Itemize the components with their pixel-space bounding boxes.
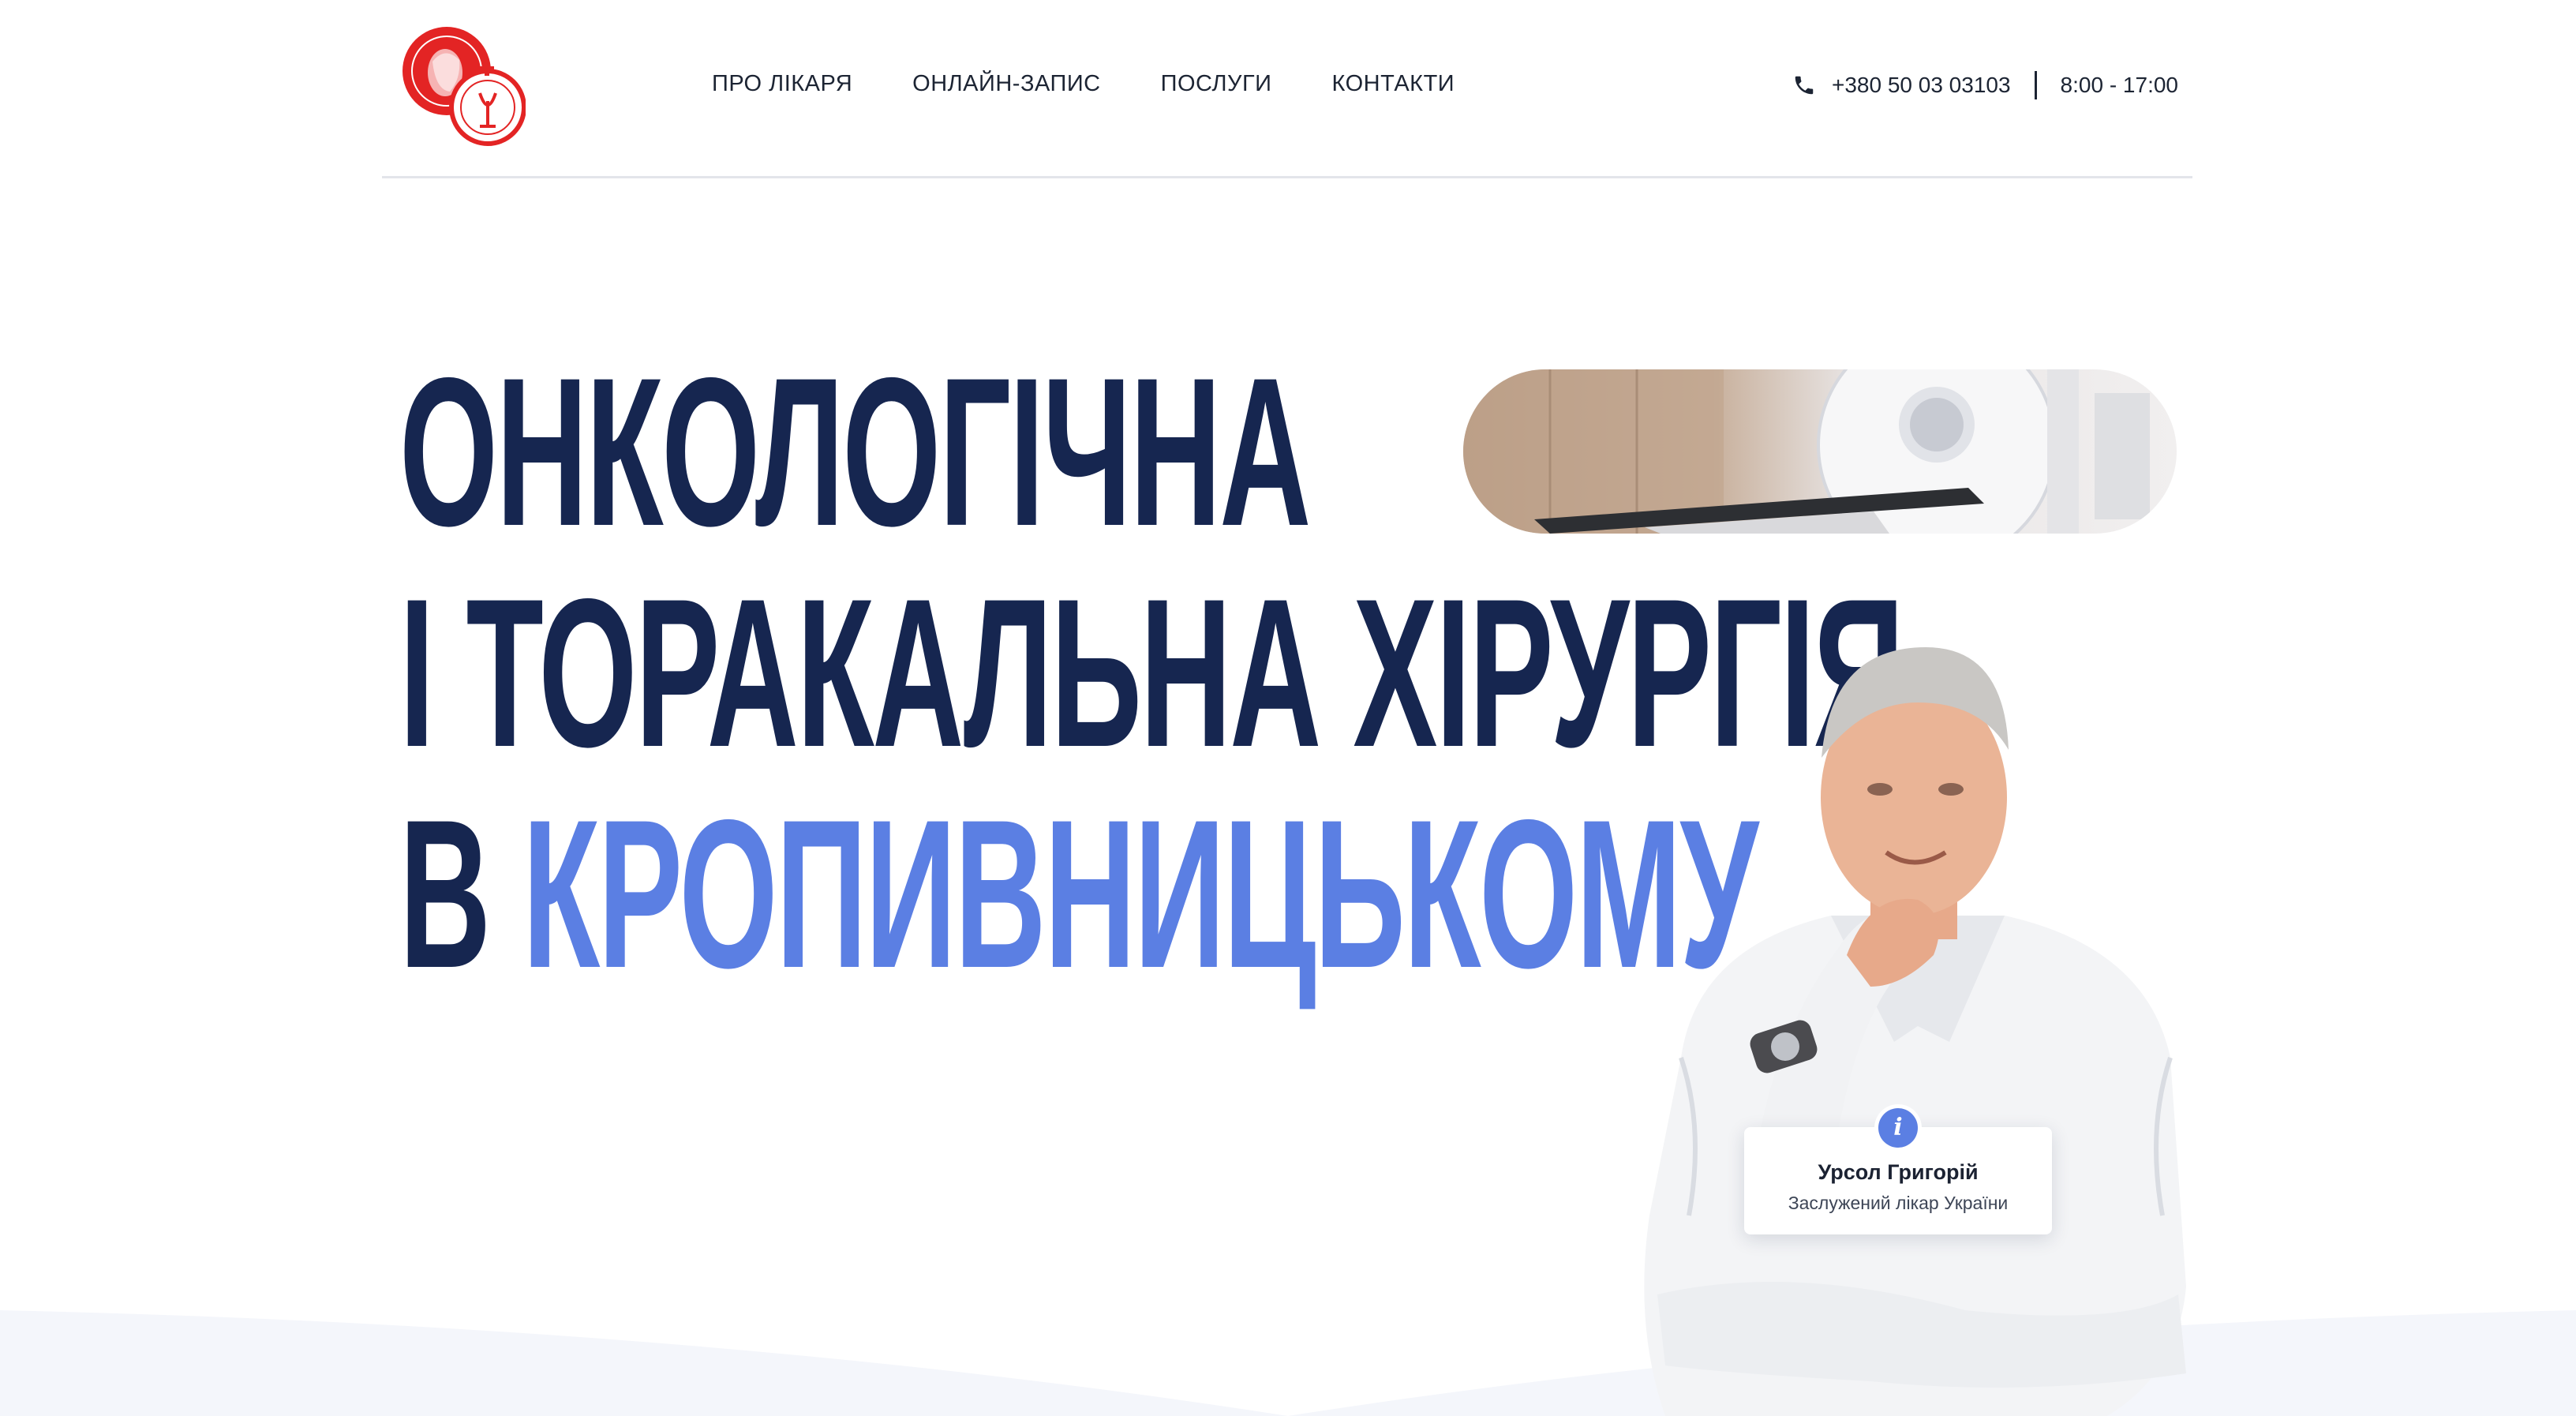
nav-item-contacts[interactable]: КОНТАКТИ <box>1332 71 1455 97</box>
site-header: ПРО ЛІКАРЯ ОНЛАЙН-ЗАПИС ПОСЛУГИ КОНТАКТИ… <box>382 0 2192 178</box>
nav-item-booking[interactable]: ОНЛАЙН-ЗАПИС <box>912 71 1100 97</box>
hero-heading-line-3: В КРОПИВНИЦЬКОМУ <box>399 788 1758 999</box>
phone-icon <box>1795 76 1814 95</box>
nav-item-about[interactable]: ПРО ЛІКАРЯ <box>712 71 852 97</box>
nav-item-services[interactable]: ПОСЛУГИ <box>1161 71 1272 97</box>
hero-heading-city: КРОПИВНИЦЬКОМУ <box>522 775 1758 1012</box>
doctor-name: Урсол Григорій <box>1818 1160 1979 1184</box>
contact-block: +380 50 03 03103 8:00 - 17:00 <box>1792 71 2178 99</box>
phone-link[interactable]: +380 50 03 03103 <box>1832 73 2011 98</box>
working-hours: 8:00 - 17:00 <box>2060 73 2178 97</box>
doctor-photo <box>1644 647 2186 1416</box>
info-icon[interactable]: i <box>1878 1108 1918 1148</box>
hero-heading-line-1: ОНКОЛОГІЧНА <box>399 333 1311 570</box>
clinic-logo[interactable] <box>398 24 526 153</box>
main-nav: ПРО ЛІКАРЯ ОНЛАЙН-ЗАПИС ПОСЛУГИ КОНТАКТИ <box>712 71 1455 97</box>
ct-scanner-photo <box>1463 369 2177 534</box>
contact-divider <box>2034 71 2037 99</box>
doctor-title: Заслужений лікар України <box>1788 1193 2009 1213</box>
hero-heading-city-prefix: В <box>399 775 491 1012</box>
